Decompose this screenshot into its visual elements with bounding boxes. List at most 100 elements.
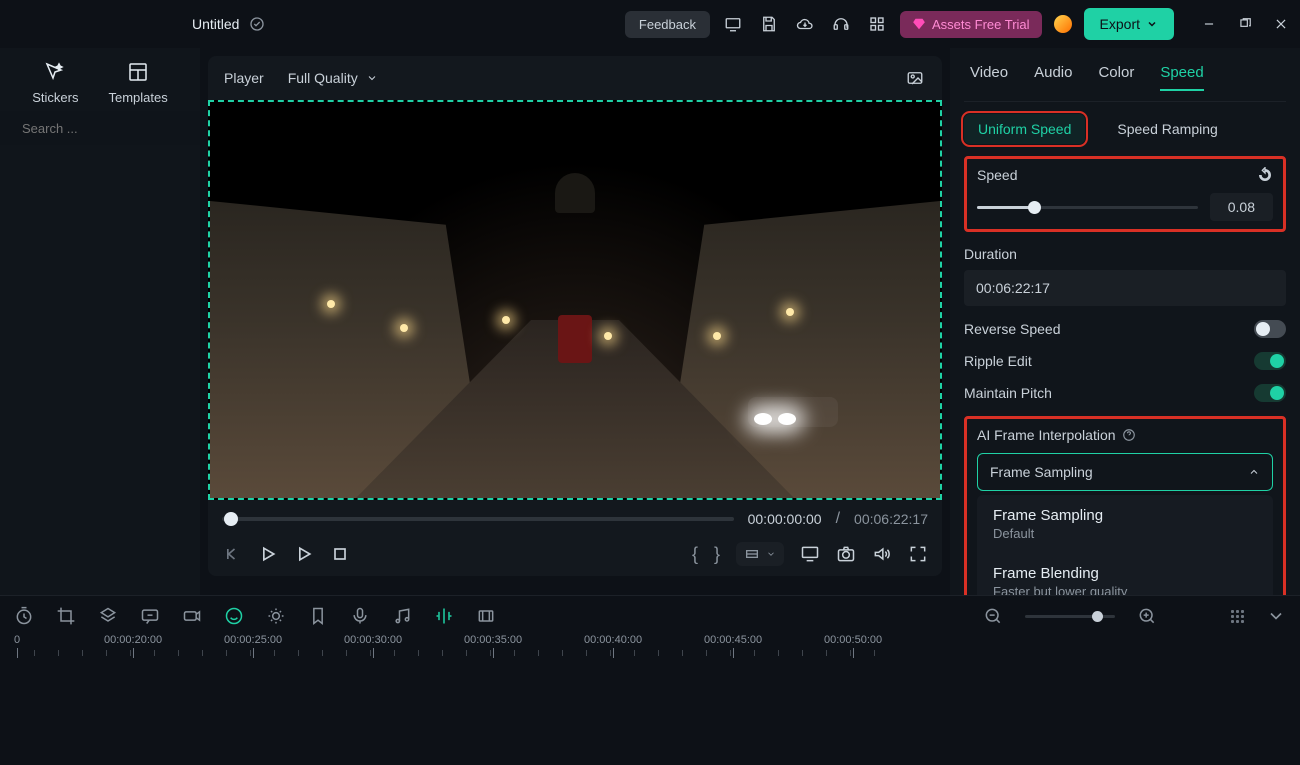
tab-templates[interactable]: Templates	[108, 60, 167, 105]
chevron-down-icon	[366, 72, 378, 84]
close-icon[interactable]	[1274, 17, 1288, 31]
picture-icon[interactable]	[904, 69, 926, 87]
player-header: Player Full Quality	[208, 56, 942, 100]
tab-speed[interactable]: Speed	[1160, 64, 1203, 91]
volume-icon[interactable]	[872, 544, 892, 564]
left-panel: Stickers Templates •••	[0, 48, 200, 595]
quality-label: Full Quality	[288, 70, 358, 86]
duration-label: Duration	[964, 246, 1017, 262]
ruler-tick-label: 00:00:40:00	[584, 634, 642, 646]
option-frame-blending[interactable]: Frame Blending Faster but lower quality	[977, 553, 1273, 595]
project-title-wrap: Untitled	[192, 16, 265, 32]
mask-icon[interactable]	[98, 606, 118, 626]
titlebar: Untitled Feedback Assets Free Trial Expo…	[0, 0, 1300, 48]
play-icon[interactable]	[258, 544, 278, 564]
interpolation-select-value: Frame Sampling	[990, 464, 1093, 480]
trim-icon	[744, 546, 760, 562]
option-sub: Faster but lower quality	[993, 584, 1257, 595]
adjust-icon[interactable]	[266, 606, 286, 626]
camera-icon[interactable]	[836, 544, 856, 564]
timeline-ruler[interactable]: 0 00:00:20:00 00:00:25:00 00:00:30:00 00…	[14, 634, 1286, 670]
brace-left-icon[interactable]: {	[692, 544, 698, 565]
window-controls	[1202, 17, 1288, 31]
interpolation-dropdown: Frame Sampling Default Frame Blending Fa…	[977, 495, 1273, 595]
speed-value[interactable]: 0.08	[1210, 193, 1273, 221]
property-tabs: Video Audio Color Speed	[964, 48, 1286, 102]
maintain-pitch-toggle[interactable]	[1254, 384, 1286, 402]
next-frame-icon[interactable]	[294, 544, 314, 564]
cast-icon[interactable]	[800, 544, 820, 564]
preview-viewport[interactable]	[208, 100, 942, 500]
chevron-down-icon[interactable]	[1266, 606, 1286, 626]
tab-audio[interactable]: Audio	[1034, 64, 1072, 91]
ripple-edit-toggle[interactable]	[1254, 352, 1286, 370]
star-cursor-icon	[43, 60, 67, 84]
option-frame-sampling[interactable]: Frame Sampling Default	[977, 495, 1273, 553]
interpolation-select[interactable]: Frame Sampling	[977, 453, 1273, 491]
total-time: 00:06:22:17	[854, 511, 928, 527]
drag-grip-icon[interactable]	[1231, 610, 1244, 623]
playhead-slider[interactable]	[222, 517, 734, 521]
brace-right-icon[interactable]: }	[714, 544, 720, 565]
assets-trial-button[interactable]: Assets Free Trial	[900, 11, 1042, 38]
save-icon[interactable]	[760, 15, 778, 33]
crop-icon[interactable]	[56, 606, 76, 626]
reset-icon[interactable]	[1257, 167, 1273, 183]
export-button[interactable]: Export	[1084, 8, 1174, 40]
minimize-icon[interactable]	[1202, 17, 1216, 31]
help-icon[interactable]	[1122, 428, 1136, 442]
chevron-up-icon	[1248, 466, 1260, 478]
display-icon[interactable]	[724, 15, 742, 33]
apps-icon[interactable]	[868, 15, 886, 33]
option-sub: Default	[993, 526, 1257, 541]
prev-frame-icon[interactable]	[222, 544, 242, 564]
aspect-icon[interactable]	[476, 606, 496, 626]
theme-icon[interactable]	[1054, 15, 1072, 33]
speed-slider[interactable]	[977, 206, 1198, 209]
transport-bar: 00:00:00:00 / 00:06:22:17 { }	[208, 500, 942, 576]
option-title: Frame Sampling	[993, 507, 1257, 524]
ripple-edit-label: Ripple Edit	[964, 353, 1032, 369]
player-panel: Player Full Quality 00:00:00:00	[200, 48, 950, 595]
maximize-icon[interactable]	[1238, 17, 1252, 31]
smile-icon[interactable]	[224, 606, 244, 626]
zoom-in-icon[interactable]	[1137, 606, 1157, 626]
effects-icon[interactable]	[434, 606, 454, 626]
ruler-tick-label: 00:00:20:00	[104, 634, 162, 646]
templates-icon	[126, 60, 150, 84]
tab-color[interactable]: Color	[1098, 64, 1134, 91]
tab-stickers[interactable]: Stickers	[32, 60, 78, 105]
stop-icon[interactable]	[330, 544, 350, 564]
timeline-zoom-slider[interactable]	[1025, 615, 1115, 618]
export-label: Export	[1100, 16, 1140, 32]
ruler-tick-label: 00:00:45:00	[704, 634, 762, 646]
ruler-tick-label: 00:00:30:00	[344, 634, 402, 646]
feedback-button[interactable]: Feedback	[625, 11, 710, 38]
tab-video[interactable]: Video	[970, 64, 1008, 91]
ruler-tick-label: 00:00:35:00	[464, 634, 522, 646]
bookmark-icon[interactable]	[308, 606, 328, 626]
ruler-tick-label: 0	[14, 634, 20, 646]
properties-panel: Video Audio Color Speed Uniform Speed Sp…	[950, 48, 1300, 595]
headset-icon[interactable]	[832, 15, 850, 33]
subtab-uniform-speed[interactable]: Uniform Speed	[964, 114, 1085, 144]
maintain-pitch-label: Maintain Pitch	[964, 385, 1052, 401]
option-title: Frame Blending	[993, 565, 1257, 582]
trim-dropdown[interactable]	[736, 542, 784, 566]
reverse-speed-toggle[interactable]	[1254, 320, 1286, 338]
stickers-label: Stickers	[32, 90, 78, 105]
text-bubble-icon[interactable]	[140, 606, 160, 626]
saved-check-icon	[249, 16, 265, 32]
quality-select[interactable]: Full Quality	[278, 66, 388, 90]
zoom-out-icon[interactable]	[983, 606, 1003, 626]
fullscreen-icon[interactable]	[908, 544, 928, 564]
duration-field[interactable]: 00:06:22:17	[964, 270, 1286, 306]
record-icon[interactable]	[182, 606, 202, 626]
search-input[interactable]	[22, 121, 198, 136]
subtab-speed-ramping[interactable]: Speed Ramping	[1103, 114, 1231, 144]
ai-interpolation-highlight-box: AI Frame Interpolation Frame Sampling Fr…	[964, 416, 1286, 595]
music-icon[interactable]	[392, 606, 412, 626]
mic-icon[interactable]	[350, 606, 370, 626]
stopwatch-icon[interactable]	[14, 606, 34, 626]
cloud-icon[interactable]	[796, 15, 814, 33]
